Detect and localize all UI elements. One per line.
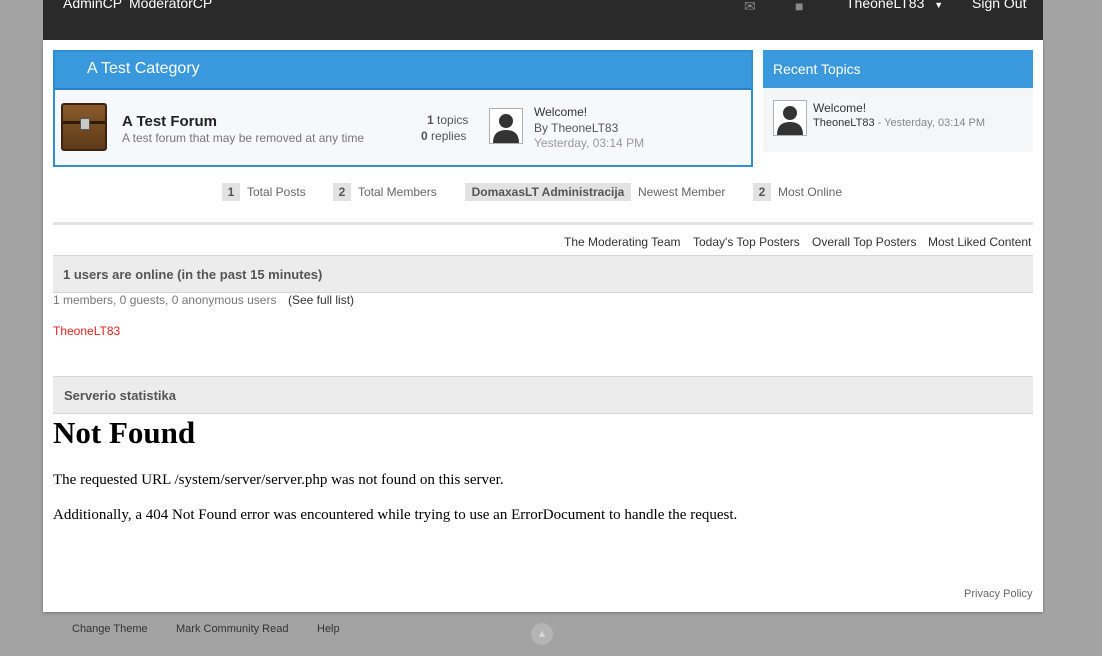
recent-topic-meta: TheoneLT83 - Yesterday, 03:14 PM [813,117,985,129]
category-header: A Test Category [55,52,751,90]
last-post-time: Yesterday, 03:14 PM [534,136,645,150]
topics-label: topics [437,113,469,127]
user-menu[interactable]: TheoneLT83 ▼ [846,0,943,11]
sign-out-link[interactable]: Sign Out [972,0,1026,11]
last-post-author[interactable]: By TheoneLT83 [534,121,618,135]
error-message-2: Additionally, a 404 Not Found error was … [53,507,738,523]
main-panel: A Test Category A Test Forum A test foru… [43,40,1043,612]
server-stats-header: Serverio statistika [53,376,1033,414]
privacy-policy-link[interactable]: Privacy Policy [964,588,1032,600]
recent-topic-time: - Yesterday, 03:14 PM [874,117,986,129]
forum-topics-count: 1 topics [427,113,468,127]
replies-label: replies [431,129,467,143]
forum-description: A test forum that may be removed at any … [122,131,365,145]
caret-down-icon: ▼ [934,0,944,10]
link-moderating-team[interactable]: The Moderating Team [564,235,681,249]
link-overall-top-posters[interactable]: Overall Top Posters [812,235,917,249]
error-heading: Not Found [53,415,196,450]
mail-icon[interactable]: ✉ [744,0,756,13]
recent-topics-title: Recent Topics [773,61,861,77]
recent-topics-box: Recent Topics Welcome! TheoneLT83 - Yest… [763,50,1033,152]
stat-total-posts-label: Total Posts [247,185,306,199]
recent-topic-title[interactable]: Welcome! [813,101,866,115]
link-todays-top-posters[interactable]: Today's Top Posters [693,235,800,249]
online-users-title: 1 users are online (in the past 15 minut… [63,267,323,282]
see-full-list-link[interactable]: (See full list) [288,293,354,307]
category-box: A Test Category A Test Forum A test foru… [53,50,753,167]
last-post-title[interactable]: Welcome! [534,105,587,119]
forum-name[interactable]: A Test Forum [122,113,217,130]
replies-number: 0 [421,129,428,143]
stat-most-online-label: Most Online [778,185,843,199]
recent-topic-avatar[interactable] [773,100,807,136]
stat-most-online-value: 2 [753,183,771,201]
admincp-link[interactable]: AdminCP [63,0,122,11]
stat-total-members-label: Total Members [358,185,437,199]
forum-chest-icon [61,103,107,151]
online-user[interactable]: TheoneLT83 [53,324,120,338]
mark-community-read-link[interactable]: Mark Community Read [176,623,288,635]
default-avatar-icon [774,101,806,135]
divider [53,222,1033,225]
stat-newest-member-label: Newest Member [638,185,726,199]
stat-total-members-value: 2 [333,183,351,201]
forum-replies-count: 0 replies [421,129,466,143]
recent-topics-header: Recent Topics [763,50,1033,88]
category-title[interactable]: A Test Category [87,60,200,78]
top-bar: AdminCP ModeratorCP ✉ ■ TheoneLT83 ▼ Sig… [43,0,1043,40]
last-poster-avatar[interactable] [489,108,523,144]
username: TheoneLT83 [846,0,925,11]
online-users-header: 1 users are online (in the past 15 minut… [53,255,1033,293]
stat-newest-member-value[interactable]: DomaxasLT Administracija [465,183,631,201]
link-most-liked-content[interactable]: Most Liked Content [928,235,1031,249]
server-stats-title: Serverio statistika [64,388,177,403]
arrow-up-icon[interactable]: ▲ [531,623,553,645]
stat-total-posts-value: 1 [222,183,240,201]
error-message-1: The requested URL /system/server/server.… [53,472,504,488]
moderatorcp-link[interactable]: ModeratorCP [129,0,212,11]
default-avatar-icon [490,109,522,143]
topics-number: 1 [427,113,434,127]
help-link[interactable]: Help [317,623,340,635]
online-users-summary: 1 members, 0 guests, 0 anonymous users [53,293,277,307]
recent-topic-author[interactable]: TheoneLT83 [813,117,875,129]
notification-icon[interactable]: ■ [795,0,803,13]
change-theme-link[interactable]: Change Theme [72,623,148,635]
